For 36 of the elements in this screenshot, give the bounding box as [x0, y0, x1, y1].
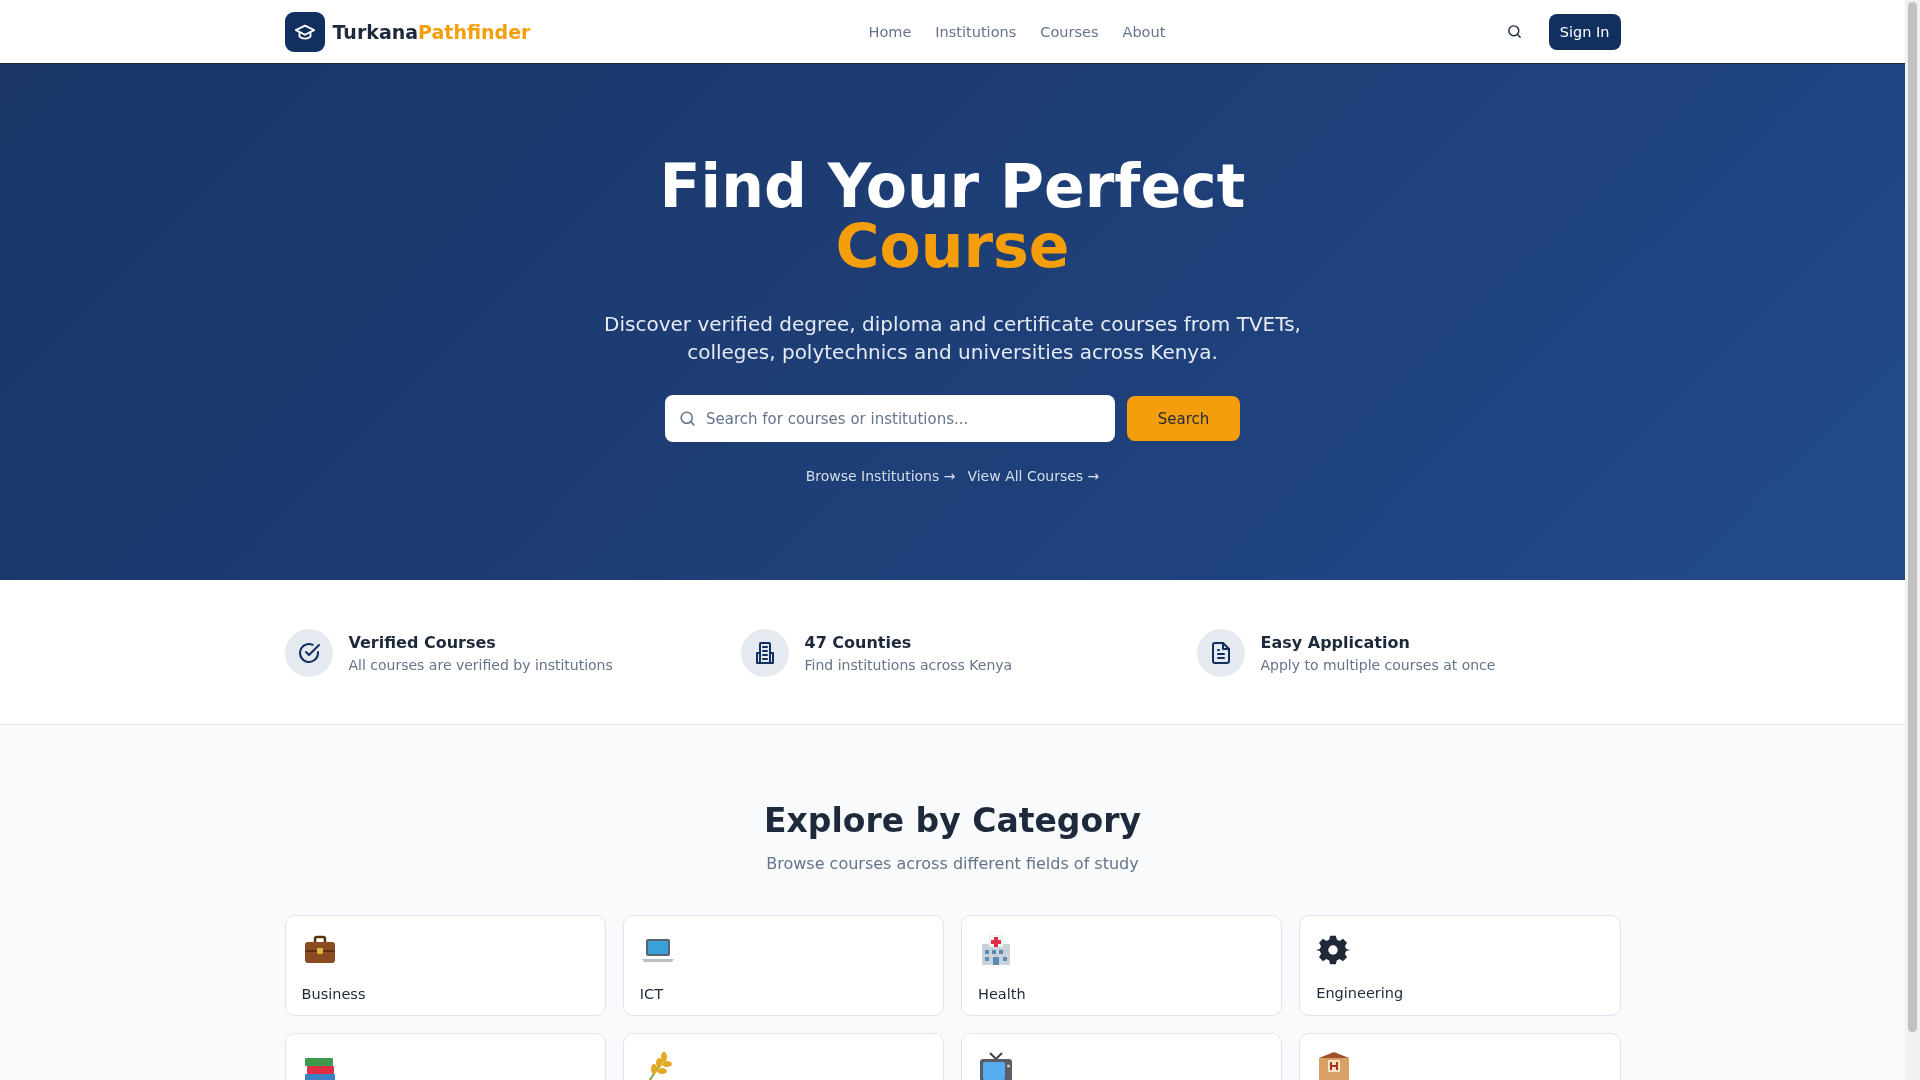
section-title: Explore by Category	[764, 801, 1141, 841]
category-label: Business	[301, 986, 367, 1002]
hero-link[interactable]: Browse Institutions →	[805, 468, 956, 484]
hero-subtitle: Discover verified degree, diploma and certificate courses from TVETs, colleges, polytechnics and universities across Kenya.	[603, 311, 1302, 366]
category-label: Engineering	[1316, 985, 1405, 1001]
feature-text: All courses are verified by institutions	[348, 657, 613, 673]
check-circle-icon	[284, 629, 333, 677]
television-icon	[978, 1050, 1014, 1080]
building-icon	[740, 629, 789, 677]
search-icon	[678, 409, 697, 428]
feature-title: Easy Application	[1260, 633, 1411, 652]
site-logo[interactable]: TurkanaPathfinder	[332, 20, 531, 43]
hero-title: Find Your Perfect Course	[659, 156, 1246, 276]
feature-text: Apply to multiple courses at once	[1260, 657, 1496, 673]
feature-text: Find institutions across Kenya	[804, 657, 1013, 673]
nav-link[interactable]: About	[1122, 23, 1166, 40]
category-card[interactable]: Business	[284, 915, 606, 1016]
scrollbar[interactable]	[1908, 2, 1917, 1032]
feature-title: 47 Counties	[804, 633, 913, 652]
category-card[interactable]: Health	[961, 915, 1283, 1016]
nav-link[interactable]: Courses	[1040, 23, 1099, 40]
sign-in-button[interactable]: Sign In	[1548, 13, 1621, 50]
category-card[interactable]: Engineering	[1299, 915, 1621, 1016]
nav-link[interactable]: Institutions	[935, 23, 1017, 40]
search-field[interactable]: Search for courses or institutions...	[665, 395, 1115, 442]
category-label: ICT	[639, 986, 665, 1002]
feature-title: Verified Courses	[348, 633, 497, 652]
search-button[interactable]: Search	[1127, 396, 1240, 441]
hero-link[interactable]: View All Courses →	[967, 468, 1100, 484]
section-subtitle: Browse courses across different fields of study	[766, 854, 1139, 873]
search-icon[interactable]	[1505, 23, 1523, 40]
category-card[interactable]: ICT	[622, 915, 944, 1016]
nav-link[interactable]: Home	[868, 23, 912, 40]
logo-icon[interactable]	[284, 11, 325, 52]
category-label: Health	[978, 986, 1027, 1002]
document-icon	[1196, 629, 1245, 677]
